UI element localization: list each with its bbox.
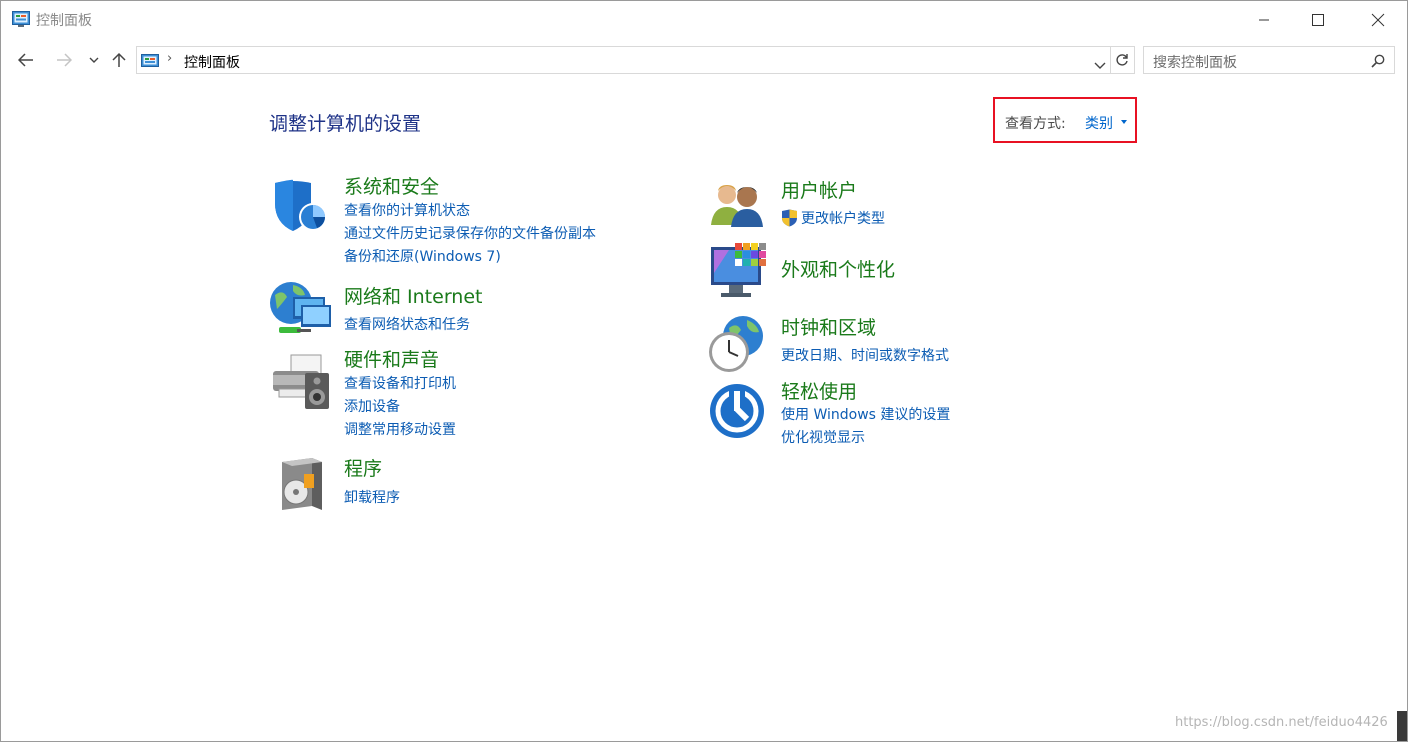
view-by-selector: 查看方式: 类别 (993, 97, 1137, 143)
link-windows-recommended-settings[interactable]: 使用 Windows 建议的设置 (781, 404, 950, 424)
uac-shield-icon (781, 209, 798, 231)
programs-icon[interactable] (276, 456, 328, 516)
up-button[interactable] (106, 47, 132, 73)
category-appearance-personalization[interactable]: 外观和个性化 (781, 255, 895, 282)
category-clock-region[interactable]: 时钟和区域 (781, 313, 876, 340)
category-hardware-sound[interactable]: 硬件和声音 (344, 345, 439, 372)
link-add-device[interactable]: 添加设备 (344, 396, 400, 416)
link-file-history[interactable]: 通过文件历史记录保存你的文件备份副本 (344, 223, 596, 243)
search-box[interactable]: 搜索控制面板 (1143, 46, 1395, 74)
dropdown-caret-icon[interactable] (1121, 120, 1127, 124)
clock-globe-icon[interactable] (707, 314, 767, 378)
window-title: 控制面板 (36, 13, 92, 29)
refresh-button[interactable] (1109, 46, 1135, 74)
link-network-status[interactable]: 查看网络状态和任务 (344, 314, 470, 334)
address-bar[interactable]: › 控制面板 (136, 46, 1111, 74)
link-devices-printers[interactable]: 查看设备和打印机 (344, 373, 456, 393)
back-arrow-icon (18, 53, 33, 67)
page-heading: 调整计算机的设置 (269, 113, 422, 135)
accessibility-icon[interactable] (709, 383, 767, 445)
category-ease-of-access[interactable]: 轻松使用 (781, 377, 857, 404)
breadcrumb-separator: › (167, 51, 173, 66)
display-personalize-icon[interactable] (709, 243, 769, 305)
minimize-button[interactable] (1237, 1, 1291, 39)
link-optimize-visual-display[interactable]: 优化视觉显示 (781, 427, 865, 447)
close-button[interactable] (1351, 1, 1405, 39)
address-dropdown-button[interactable] (1094, 55, 1106, 74)
search-icon[interactable] (1371, 53, 1385, 72)
up-arrow-icon (112, 52, 126, 67)
view-by-dropdown[interactable]: 类别 (1085, 113, 1113, 133)
watermark: https://blog.csdn.net/feiduo4426 (1175, 715, 1388, 730)
maximize-icon (1312, 14, 1324, 26)
category-programs[interactable]: 程序 (344, 454, 382, 481)
breadcrumb-control-panel[interactable]: 控制面板 (184, 52, 240, 72)
control-panel-window: 控制面板 › 控制面板 搜索控制面板 调整计算机的设置 查看方式: 类别 系统和… (0, 0, 1408, 742)
network-icon[interactable] (269, 279, 333, 343)
link-backup-restore[interactable]: 备份和还原(Windows 7) (344, 246, 501, 266)
control-panel-icon (141, 53, 159, 67)
link-mobility-settings[interactable]: 调整常用移动设置 (344, 419, 456, 439)
link-change-account-type[interactable]: 更改帐户类型 (801, 208, 885, 228)
maximize-button[interactable] (1291, 1, 1345, 39)
view-by-label: 查看方式: (1005, 116, 1066, 132)
forward-arrow-icon (57, 53, 72, 67)
chevron-down-icon (89, 57, 99, 63)
forward-button[interactable] (51, 47, 77, 73)
category-network-internet[interactable]: 网络和 Internet (344, 282, 482, 309)
refresh-icon (1115, 54, 1128, 66)
users-icon[interactable] (709, 179, 767, 233)
close-icon (1371, 13, 1385, 27)
link-view-computer-status[interactable]: 查看你的计算机状态 (344, 200, 470, 220)
desktop-edge (1397, 711, 1407, 741)
recent-locations-button[interactable] (81, 47, 107, 73)
category-system-security[interactable]: 系统和安全 (344, 172, 439, 199)
shield-icon[interactable] (271, 179, 329, 239)
back-button[interactable] (13, 47, 39, 73)
link-uninstall-program[interactable]: 卸载程序 (344, 487, 400, 507)
minimize-icon (1259, 19, 1269, 21)
link-change-date-time-format[interactable]: 更改日期、时间或数字格式 (781, 345, 949, 365)
search-placeholder: 搜索控制面板 (1153, 55, 1237, 71)
title-bar: 控制面板 (1, 1, 1407, 39)
chevron-down-icon (1094, 62, 1106, 69)
printer-speaker-icon[interactable] (269, 353, 331, 415)
control-panel-icon (12, 11, 30, 27)
category-user-accounts[interactable]: 用户帐户 (781, 176, 857, 203)
